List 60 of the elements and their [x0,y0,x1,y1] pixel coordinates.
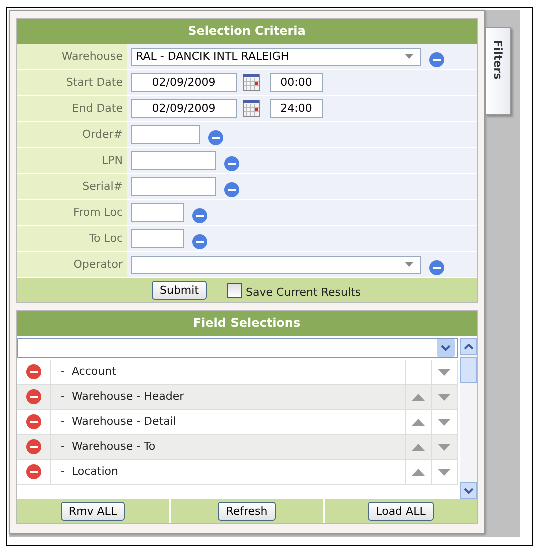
remove-icon[interactable] [429,52,445,68]
action-button[interactable]: Rmv ALL [60,502,126,520]
filters-tab[interactable]: Filters [485,27,511,115]
dropdown[interactable] [17,338,458,358]
remove-icon[interactable] [224,182,240,198]
dropdown[interactable] [131,256,421,274]
action-button[interactable]: Refresh [218,502,276,520]
move-down-icon[interactable] [438,394,451,400]
checkbox-label: Save Current Results [246,286,362,298]
dropdown[interactable]: RAL - DANCIK INTL RALEIGH [131,48,421,66]
checkbox[interactable] [227,282,242,298]
move-down-icon[interactable] [438,418,451,426]
field-label: Operator [17,252,127,277]
remove-icon[interactable] [429,260,445,276]
field-label: LPN [17,148,127,173]
input-field[interactable] [131,177,216,196]
input-field[interactable] [131,229,184,248]
section-header: Field Selections [17,311,477,336]
move-up-icon[interactable] [412,444,425,450]
move-down-icon[interactable] [438,368,451,376]
input-field[interactable] [131,125,200,144]
calendar-icon[interactable] [243,100,260,117]
section-header: Selection Criteria [17,19,477,44]
remove-icon[interactable] [26,414,42,430]
input-field[interactable] [131,203,184,222]
date-field[interactable]: 02/09/2009 [131,99,237,118]
field-label: End Date [17,96,127,121]
caret-icon [405,54,414,59]
remove-icon[interactable] [26,464,42,480]
field-label: To Loc [17,226,127,251]
submit-button[interactable]: Submit [152,280,208,300]
date-field[interactable]: 02/09/2009 [131,73,237,92]
move-up-icon[interactable] [412,468,425,476]
action-button[interactable]: Load ALL [368,502,434,520]
time-field[interactable]: 00:00 [270,73,323,92]
caret-icon [405,262,414,267]
move-down-icon[interactable] [438,468,451,476]
scroll-up-icon[interactable] [460,338,477,355]
field-label: Serial# [17,174,127,199]
remove-icon[interactable] [192,208,208,224]
field-label: From Loc [17,200,127,225]
field-label: Order# [17,122,127,147]
field-label: Warehouse [17,44,127,69]
time-field[interactable]: 24:00 [270,99,323,118]
input-field[interactable] [131,151,216,170]
field-item[interactable]: - Location [51,460,406,485]
calendar-icon[interactable] [243,74,260,91]
remove-icon[interactable] [224,156,240,172]
remove-icon[interactable] [208,130,224,146]
move-down-icon[interactable] [438,444,451,450]
scroll-thumb[interactable] [460,357,477,383]
scrollbar[interactable] [460,338,477,499]
move-up-icon[interactable] [412,394,425,400]
move-up-icon[interactable] [412,418,425,426]
field-label: Start Date [17,70,127,95]
scroll-down-icon[interactable] [460,482,477,499]
remove-icon[interactable] [26,364,42,380]
remove-icon[interactable] [192,234,208,250]
remove-icon[interactable] [26,439,42,455]
remove-icon[interactable] [26,389,42,405]
